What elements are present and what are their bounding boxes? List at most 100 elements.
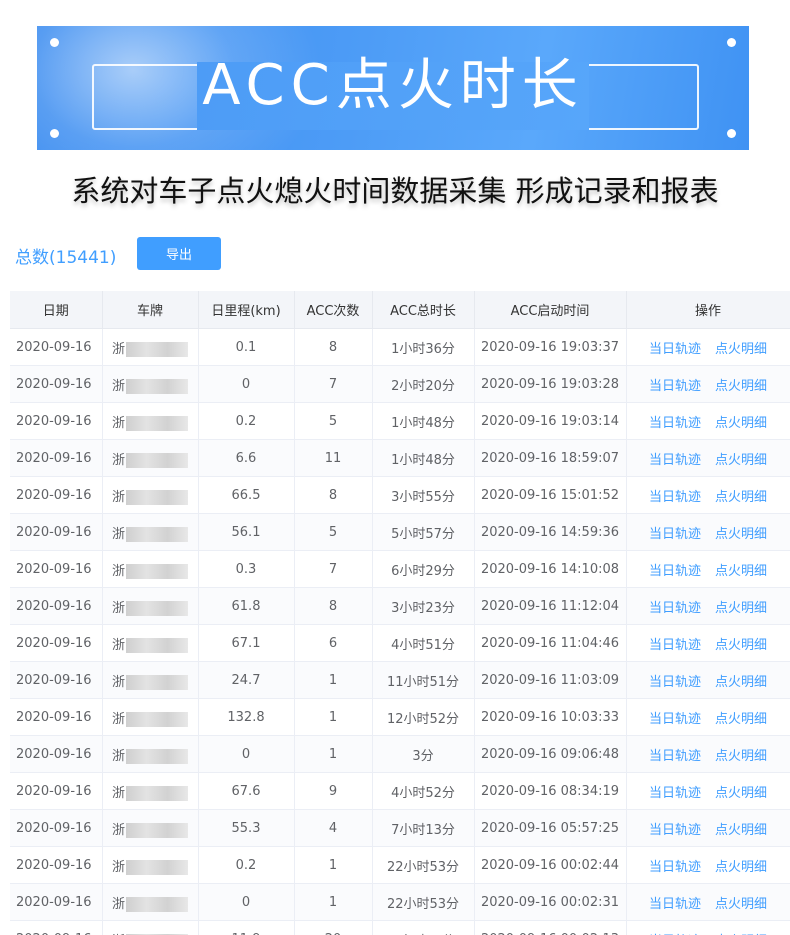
cell-date: 2020-09-16 <box>10 735 103 773</box>
ignition-detail-link[interactable]: 点火明细 <box>715 490 767 505</box>
cell-actions: 当日轨迹点火明细 <box>626 661 790 699</box>
plate-prefix: 浙 <box>111 822 125 838</box>
banner-dot-top-right <box>727 38 736 47</box>
track-link[interactable]: 当日轨迹 <box>649 379 701 394</box>
ignition-detail-link[interactable]: 点火明细 <box>715 527 767 542</box>
track-link[interactable]: 当日轨迹 <box>649 490 701 505</box>
ignition-detail-link[interactable]: 点火明细 <box>715 860 767 875</box>
track-link[interactable]: 当日轨迹 <box>649 416 701 431</box>
ignition-detail-link[interactable]: 点火明细 <box>715 564 767 579</box>
cell-actions: 当日轨迹点火明细 <box>626 883 790 921</box>
cell-date: 2020-09-16 <box>10 846 103 884</box>
header-plate[interactable]: 车牌 <box>102 291 199 329</box>
track-link[interactable]: 当日轨迹 <box>649 675 701 690</box>
cell-acc-start: 2020-09-16 11:12:04 <box>474 587 627 625</box>
ignition-detail-link[interactable]: 点火明细 <box>715 823 767 838</box>
cell-acc-count: 7 <box>294 550 373 588</box>
track-link[interactable]: 当日轨迹 <box>649 342 701 357</box>
header-date[interactable]: 日期 <box>10 291 103 329</box>
cell-date: 2020-09-16 <box>10 513 103 551</box>
cell-date: 2020-09-16 <box>10 698 103 736</box>
header-acc-duration[interactable]: ACC总时长 <box>372 291 475 329</box>
cell-date: 2020-09-16 <box>10 920 103 935</box>
table-header-row: 日期 车牌 日里程(km) ACC次数 ACC总时长 ACC启动时间 操作 <box>10 291 790 329</box>
cell-acc-start: 2020-09-16 19:03:37 <box>474 328 627 366</box>
cell-actions: 当日轨迹点火明细 <box>626 550 790 588</box>
track-link[interactable]: 当日轨迹 <box>649 823 701 838</box>
plate-redaction <box>126 859 188 875</box>
table-row: 2020-09-16 浙 6.6 11 1小时48分 2020-09-16 18:59:0… <box>10 439 790 477</box>
ignition-detail-link[interactable]: 点火明细 <box>715 416 767 431</box>
page-subtitle: 系统对车子点火熄火时间数据采集 形成记录和报表 <box>71 174 719 208</box>
ignition-detail-link[interactable]: 点火明细 <box>715 453 767 468</box>
cell-plate: 浙 <box>102 550 199 588</box>
cell-acc-count: 1 <box>294 735 373 773</box>
plate-redaction <box>126 822 188 838</box>
cell-actions: 当日轨迹点火明细 <box>626 587 790 625</box>
cell-actions: 当日轨迹点火明细 <box>626 402 790 440</box>
table-row: 2020-09-16 浙 61.8 8 3小时23分 2020-09-16 11:12:0… <box>10 587 790 625</box>
export-button[interactable]: 导出 <box>137 237 221 270</box>
table-row: 2020-09-16浙11.9203小时53分2020-09-16 00:02:… <box>10 920 790 935</box>
cell-acc-duration: 22小时53分 <box>372 883 475 921</box>
plate-prefix: 浙 <box>111 859 125 875</box>
header-actions: 操作 <box>626 291 790 329</box>
cell-plate: 浙 <box>102 920 199 935</box>
cell-date: 2020-09-16 <box>10 476 103 514</box>
cell-mileage: 56.1 <box>198 513 295 551</box>
plate-prefix: 浙 <box>111 785 125 801</box>
table-row: 2020-09-16 浙 0 1 3分 2020-09-16 09:06:48 当日轨迹 点火… <box>10 735 790 773</box>
cell-acc-start: 2020-09-16 09:06:48 <box>474 735 627 773</box>
cell-plate: 浙 <box>102 661 199 699</box>
cell-acc-duration: 12小时52分 <box>372 698 475 736</box>
cell-date: 2020-09-16 <box>10 365 103 403</box>
cell-plate: 浙 <box>102 587 199 625</box>
header-acc-count[interactable]: ACC次数 <box>294 291 373 329</box>
cell-acc-start: 2020-09-16 18:59:07 <box>474 439 627 477</box>
cell-date: 2020-09-16 <box>10 402 103 440</box>
plate-prefix: 浙 <box>111 563 125 579</box>
ignition-detail-link[interactable]: 点火明细 <box>715 786 767 801</box>
ignition-detail-link[interactable]: 点火明细 <box>715 342 767 357</box>
cell-acc-duration: 1小时48分 <box>372 402 475 440</box>
track-link[interactable]: 当日轨迹 <box>649 860 701 875</box>
cell-plate: 浙 <box>102 365 199 403</box>
ignition-detail-link[interactable]: 点火明细 <box>715 601 767 616</box>
track-link[interactable]: 当日轨迹 <box>649 786 701 801</box>
table-row: 2020-09-16 浙 0 1 22小时53分 2020-09-16 00:02:31 当… <box>10 883 790 921</box>
cell-date: 2020-09-16 <box>10 883 103 921</box>
banner-dot-top-left <box>50 38 59 47</box>
ignition-detail-link[interactable]: 点火明细 <box>715 897 767 912</box>
ignition-detail-link[interactable]: 点火明细 <box>715 749 767 764</box>
table-row: 2020-09-16 浙 24.7 1 11小时51分 2020-09-16 11:03:… <box>10 661 790 699</box>
track-link[interactable]: 当日轨迹 <box>649 601 701 616</box>
cell-date: 2020-09-16 <box>10 439 103 477</box>
cell-acc-count: 5 <box>294 513 373 551</box>
track-link[interactable]: 当日轨迹 <box>649 638 701 653</box>
track-link[interactable]: 当日轨迹 <box>649 453 701 468</box>
plate-prefix: 浙 <box>111 748 125 764</box>
track-link[interactable]: 当日轨迹 <box>649 897 701 912</box>
header-mileage[interactable]: 日里程(km) <box>198 291 295 329</box>
cell-acc-duration: 2小时20分 <box>372 365 475 403</box>
cell-mileage: 0 <box>198 883 295 921</box>
ignition-detail-link[interactable]: 点火明细 <box>715 379 767 394</box>
ignition-detail-link[interactable]: 点火明细 <box>715 712 767 727</box>
header-acc-start[interactable]: ACC启动时间 <box>474 291 627 329</box>
cell-acc-start: 2020-09-16 14:10:08 <box>474 550 627 588</box>
cell-acc-duration: 11小时51分 <box>372 661 475 699</box>
cell-plate: 浙 <box>102 846 199 884</box>
cell-actions: 当日轨迹点火明细 <box>626 698 790 736</box>
cell-acc-duration: 3小时53分 <box>372 920 475 935</box>
cell-mileage: 0.2 <box>198 402 295 440</box>
cell-plate: 浙 <box>102 698 199 736</box>
cell-actions: 当日轨迹点火明细 <box>626 439 790 477</box>
plate-redaction <box>126 526 188 542</box>
ignition-detail-link[interactable]: 点火明细 <box>715 675 767 690</box>
track-link[interactable]: 当日轨迹 <box>649 527 701 542</box>
cell-actions: 当日轨迹点火明细 <box>626 476 790 514</box>
track-link[interactable]: 当日轨迹 <box>649 712 701 727</box>
track-link[interactable]: 当日轨迹 <box>649 564 701 579</box>
ignition-detail-link[interactable]: 点火明细 <box>715 638 767 653</box>
track-link[interactable]: 当日轨迹 <box>649 749 701 764</box>
